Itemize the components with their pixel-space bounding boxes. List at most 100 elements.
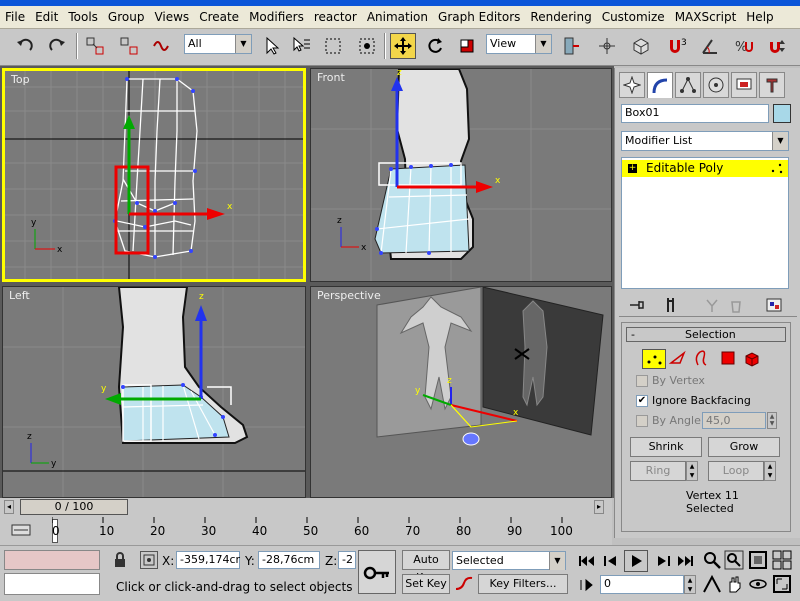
- create-tab[interactable]: [619, 72, 645, 98]
- select-and-link-icon[interactable]: [82, 33, 108, 59]
- pin-stack-icon[interactable]: [627, 296, 647, 314]
- stack-item-editable-poly[interactable]: + Editable Poly: [622, 160, 788, 177]
- zoom-all-icon[interactable]: [724, 550, 746, 570]
- keyboard-shortcut-icon[interactable]: [628, 33, 654, 59]
- selection-rollout-header[interactable]: - Selection: [626, 327, 786, 342]
- ignore-backfacing-checkbox[interactable]: ✔: [636, 395, 648, 407]
- pan-icon[interactable]: [724, 574, 746, 594]
- key-selection-set-dropdown[interactable]: Selected ▼: [452, 551, 566, 570]
- maxscript-listener-pink[interactable]: [4, 550, 100, 570]
- unlink-icon[interactable]: [116, 33, 142, 59]
- menu-views[interactable]: Views: [149, 10, 194, 24]
- make-unique-icon[interactable]: [703, 296, 723, 314]
- menu-rendering[interactable]: Rendering: [525, 10, 596, 24]
- viewport-left[interactable]: z y z y Left: [2, 286, 306, 498]
- viewport-top[interactable]: x y x Top: [2, 68, 306, 282]
- display-tab[interactable]: [731, 72, 757, 98]
- z-coordinate-field[interactable]: -2: [338, 551, 356, 569]
- rect-selection-region-icon[interactable]: [320, 33, 346, 59]
- select-manipulate-icon[interactable]: [594, 33, 620, 59]
- zoom-extents-icon[interactable]: [748, 550, 770, 570]
- motion-tab[interactable]: [703, 72, 729, 98]
- percent-snap-icon[interactable]: %: [730, 33, 756, 59]
- key-filters-button[interactable]: Key Filters...: [478, 574, 568, 594]
- vertex-mode-icon[interactable]: [642, 349, 666, 369]
- by-vertex-checkbox[interactable]: [636, 375, 648, 387]
- menu-reactor[interactable]: reactor: [309, 10, 362, 24]
- default-tangent-icon[interactable]: [454, 575, 474, 593]
- zoom-icon[interactable]: [702, 550, 722, 570]
- play-icon[interactable]: [624, 550, 648, 572]
- absolute-mode-icon[interactable]: [140, 551, 158, 569]
- ring-spinner-icon[interactable]: ▲ ▼: [686, 461, 698, 481]
- snaps-toggle-icon[interactable]: 3: [664, 33, 690, 59]
- remove-modifier-icon[interactable]: [727, 296, 747, 314]
- angle-spinner-icon[interactable]: ▲ ▼: [767, 412, 777, 429]
- expand-plus-icon[interactable]: +: [628, 164, 637, 173]
- configure-modifier-sets-icon[interactable]: [765, 296, 785, 314]
- current-frame-field[interactable]: 0: [600, 575, 684, 594]
- go-to-end-icon[interactable]: [674, 552, 696, 570]
- spinner-snap-icon[interactable]: [764, 33, 790, 59]
- track-bar[interactable]: 0 10 20 30 40 50 60 70 80 90 100: [0, 517, 612, 545]
- angle-value-field[interactable]: 45,0: [702, 412, 766, 429]
- selection-filter-dropdown[interactable]: All ▼: [184, 34, 252, 54]
- viewport-label-front[interactable]: Front: [317, 71, 345, 84]
- grow-button[interactable]: Grow: [708, 437, 780, 457]
- viewport-label-top[interactable]: Top: [11, 73, 30, 86]
- modifier-list-dropdown[interactable]: Modifier List ▼: [621, 131, 789, 151]
- menu-edit[interactable]: Edit: [30, 10, 63, 24]
- zoom-extents-all-icon[interactable]: [772, 550, 794, 570]
- time-slider-thumb[interactable]: 0 / 100: [20, 499, 128, 515]
- maximize-viewport-icon[interactable]: [772, 574, 794, 594]
- select-and-move-icon[interactable]: [390, 33, 416, 59]
- next-frame-icon[interactable]: [652, 552, 674, 570]
- reference-coordinate-dropdown[interactable]: View ▼: [486, 34, 552, 54]
- arc-rotate-icon[interactable]: [748, 574, 770, 594]
- set-key-button[interactable]: Set Key: [402, 574, 450, 594]
- loop-button[interactable]: Loop: [708, 461, 764, 481]
- viewport-label-left[interactable]: Left: [9, 289, 30, 302]
- undo-icon[interactable]: [12, 33, 38, 59]
- menu-graph-editors[interactable]: Graph Editors: [433, 10, 525, 24]
- key-mode-toggle-icon[interactable]: [578, 576, 598, 594]
- time-slider-prev-icon[interactable]: ◂: [4, 500, 14, 514]
- redo-icon[interactable]: [44, 33, 70, 59]
- edge-mode-icon[interactable]: [668, 349, 690, 369]
- by-angle-checkbox[interactable]: [636, 415, 648, 427]
- hierarchy-tab[interactable]: [675, 72, 701, 98]
- menu-group[interactable]: Group: [103, 10, 150, 24]
- utilities-tab[interactable]: [759, 72, 785, 98]
- show-end-result-icon[interactable]: [663, 296, 683, 314]
- x-coordinate-field[interactable]: -359,174cr: [176, 551, 240, 569]
- object-color-swatch[interactable]: [773, 104, 791, 123]
- element-mode-icon[interactable]: [742, 349, 764, 369]
- menu-create[interactable]: Create: [194, 10, 244, 24]
- auto-key-button[interactable]: Auto Key: [402, 550, 450, 584]
- angle-snap-icon[interactable]: [698, 33, 724, 59]
- viewport-perspective[interactable]: x y z Perspective: [310, 286, 612, 498]
- loop-spinner-icon[interactable]: ▲ ▼: [764, 461, 776, 481]
- key-mode-icon[interactable]: [358, 550, 396, 594]
- polygon-mode-icon[interactable]: [718, 349, 740, 369]
- window-crossing-icon[interactable]: [354, 33, 380, 59]
- go-to-start-icon[interactable]: [576, 552, 598, 570]
- previous-frame-icon[interactable]: [600, 552, 622, 570]
- use-pivot-center-icon[interactable]: [558, 33, 584, 59]
- y-coordinate-field[interactable]: -28,76cm: [258, 551, 320, 569]
- select-and-rotate-icon[interactable]: [422, 33, 448, 59]
- select-object-icon[interactable]: [258, 33, 284, 59]
- menu-animation[interactable]: Animation: [362, 10, 433, 24]
- menu-maxscript[interactable]: MAXScript: [670, 10, 742, 24]
- menu-modifiers[interactable]: Modifiers: [244, 10, 309, 24]
- select-by-name-icon[interactable]: [288, 33, 314, 59]
- field-of-view-icon[interactable]: [702, 574, 722, 594]
- viewport-label-perspective[interactable]: Perspective: [317, 289, 381, 302]
- time-slider-next-icon[interactable]: ▸: [594, 500, 604, 514]
- menu-file[interactable]: File: [0, 10, 30, 24]
- object-name-field[interactable]: Box01: [621, 104, 769, 123]
- bind-space-warp-icon[interactable]: [148, 33, 174, 59]
- modify-tab[interactable]: [647, 72, 673, 98]
- mini-curve-editor-icon[interactable]: [10, 521, 32, 539]
- ring-button[interactable]: Ring: [630, 461, 686, 481]
